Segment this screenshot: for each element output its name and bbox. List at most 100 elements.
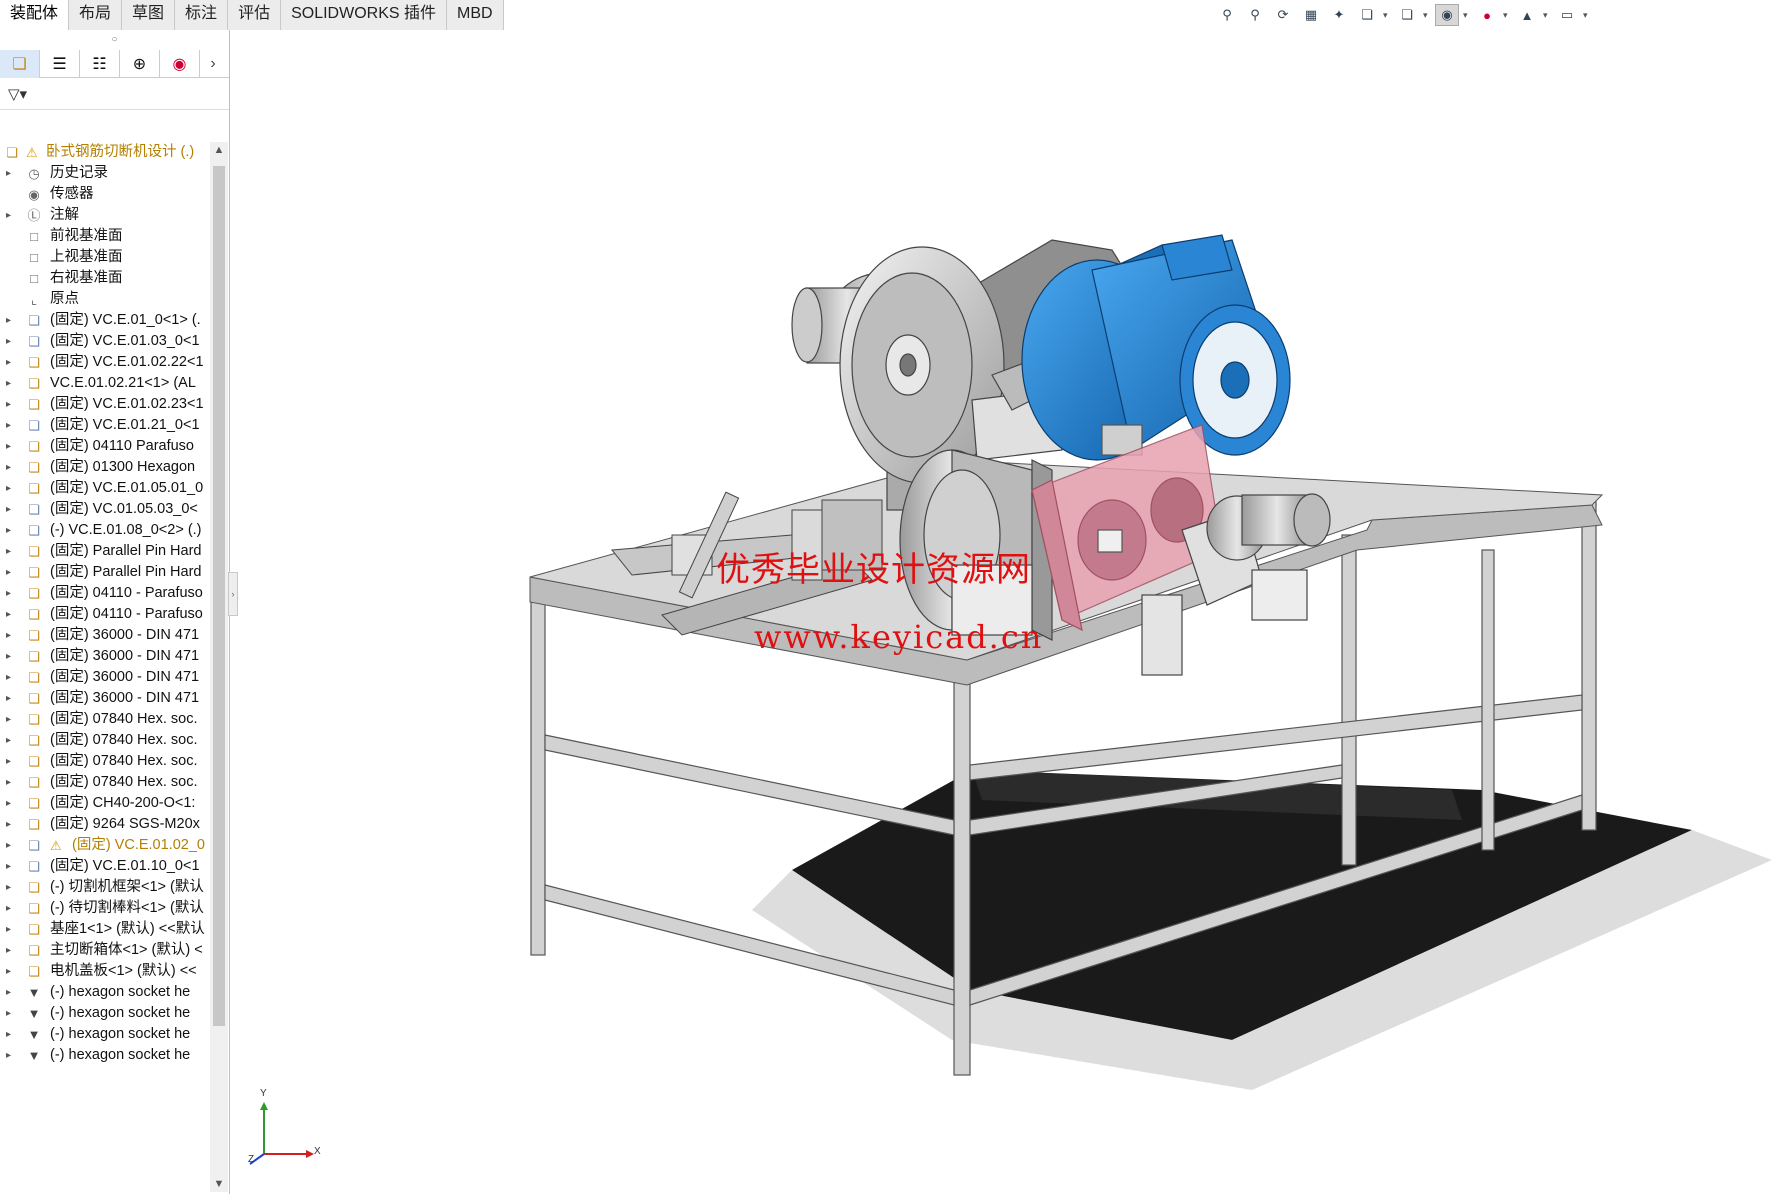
apply-scene-icon[interactable]: ▲ <box>1515 4 1539 26</box>
chevron-down-icon[interactable]: ▾ <box>1543 10 1551 21</box>
expand-arrow-icon[interactable]: ▸ <box>6 331 16 352</box>
expand-arrow-icon[interactable]: ▸ <box>6 1045 16 1066</box>
tree-item[interactable]: ▸ ❏ (固定) 36000 - DIN 471 <box>0 667 210 688</box>
expand-arrow-icon[interactable]: ▸ <box>6 520 16 541</box>
tree-item[interactable]: ◉ 传感器 <box>0 184 210 205</box>
tree-item[interactable]: ⌞ 原点 <box>0 289 210 310</box>
chevron-down-icon[interactable]: ▾ <box>1503 10 1511 21</box>
tree-item[interactable]: ▸ ❏ (固定) CH40-200-O<1: <box>0 793 210 814</box>
tree-item[interactable]: ▸ ▼ (-) hexagon socket he <box>0 1045 210 1066</box>
zoom-to-fit-icon[interactable]: ⚲ <box>1215 4 1239 26</box>
expand-arrow-icon[interactable]: ▸ <box>6 583 16 604</box>
edit-appearance-icon[interactable]: ● <box>1475 4 1499 26</box>
tree-item[interactable]: ▸ ▼ (-) hexagon socket he <box>0 982 210 1003</box>
expand-arrow-icon[interactable]: ▸ <box>6 310 16 331</box>
expand-arrow-icon[interactable]: ▸ <box>6 541 16 562</box>
expand-arrow-icon[interactable]: ▸ <box>6 814 16 835</box>
display-style-icon[interactable]: ❏ <box>1395 4 1419 26</box>
tree-item[interactable]: ▸ ◷ 历史记录 <box>0 163 210 184</box>
tab-0[interactable]: 装配体 <box>0 0 70 30</box>
tree-item[interactable]: ▸ ❏ (固定) 01300 Hexagon <box>0 457 210 478</box>
tree-item[interactable]: ▸ ❏ (-) VC.E.01.08_0<2> (.) <box>0 520 210 541</box>
graphics-area[interactable]: 优秀毕业设计资源网 www.keyicad.cn Y X Z <box>232 30 1780 1194</box>
tree-item[interactable]: ▸ ❏ (固定) VC.01.05.03_0< <box>0 499 210 520</box>
chevron-down-icon[interactable]: ▼ <box>210 1178 228 1190</box>
tree-item[interactable]: ▸ ❏ 电机盖板<1> (默认) << <box>0 961 210 982</box>
tree-item[interactable]: ▸ ❏ (固定) Parallel Pin Hard <box>0 541 210 562</box>
tree-item[interactable]: ▸ ▼ (-) hexagon socket he <box>0 1003 210 1024</box>
expand-arrow-icon[interactable]: ▸ <box>6 793 16 814</box>
tree-item[interactable]: ▸ ❏ (固定) 04110 - Parafuso <box>0 604 210 625</box>
tree-item[interactable]: ▸ ❏ VC.E.01.02.21<1> (AL <box>0 373 210 394</box>
tree-item[interactable]: ▸ ❏ (固定) 04110 Parafuso <box>0 436 210 457</box>
hide-show-icon[interactable]: ◉ <box>1435 4 1459 26</box>
expand-arrow-icon[interactable]: ▸ <box>6 688 16 709</box>
expand-arrow-icon[interactable]: ▸ <box>6 625 16 646</box>
configuration-manager-icon[interactable]: ☷ <box>80 49 120 78</box>
tree-item[interactable]: ▸ ❏ (-) 待切割棒料<1> (默认 <box>0 898 210 919</box>
expand-arrow-icon[interactable]: ▸ <box>6 709 16 730</box>
tree-item[interactable]: ▸ ❏ (固定) 9264 SGS-M20x <box>0 814 210 835</box>
tree-item[interactable]: ▸ ▼ (-) hexagon socket he <box>0 1024 210 1045</box>
tree-item[interactable]: ▸ ❏ (固定) 36000 - DIN 471 <box>0 688 210 709</box>
tree-root[interactable]: ❏ ⚠ 卧式钢筋切断机设计 (.) <box>0 142 210 163</box>
chevron-down-icon[interactable]: ▾ <box>1383 10 1391 21</box>
tab-1[interactable]: 布局 <box>69 0 123 30</box>
tree-item[interactable]: ▸ ❏ 主切断箱体<1> (默认) < <box>0 940 210 961</box>
tree-item[interactable]: ▸ ❏ (固定) VC.E.01.05.01_0 <box>0 478 210 499</box>
tree-item[interactable]: ▸ ❏ (固定) 04110 - Parafuso <box>0 583 210 604</box>
tree-item[interactable]: ▸ ❏ (固定) VC.E.01.02.23<1 <box>0 394 210 415</box>
tree-item[interactable]: ▸ ❏ (固定) 07840 Hex. soc. <box>0 772 210 793</box>
expand-arrow-icon[interactable]: ▸ <box>6 856 16 877</box>
section-view-icon[interactable]: ▦ <box>1299 4 1323 26</box>
expand-arrow-icon[interactable]: ▸ <box>6 982 16 1003</box>
tree-item[interactable]: ▸ ❏ (固定) VC.E.01.03_0<1 <box>0 331 210 352</box>
chevron-up-icon[interactable]: ▲ <box>210 144 228 156</box>
zoom-area-icon[interactable]: ⚲ <box>1243 4 1267 26</box>
chevron-down-icon[interactable]: ▾ <box>1423 10 1431 21</box>
expand-arrow-icon[interactable]: ▸ <box>6 436 16 457</box>
tree-item[interactable]: ▸ ❏ (-) 切割机框架<1> (默认 <box>0 877 210 898</box>
panel-grip[interactable]: ○ <box>0 30 229 50</box>
filter-icon[interactable]: ▽▾ <box>8 85 27 103</box>
expand-arrow-icon[interactable]: ▸ <box>6 373 16 394</box>
expand-arrow-icon[interactable]: ▸ <box>6 940 16 961</box>
expand-arrow-icon[interactable]: ▸ <box>6 877 16 898</box>
expand-arrow-icon[interactable]: ▸ <box>6 205 16 226</box>
tree-item[interactable]: ▸ ❏ (固定) VC.E.01.10_0<1 <box>0 856 210 877</box>
expand-arrow-icon[interactable]: ▸ <box>6 457 16 478</box>
expand-arrow-icon[interactable]: ▸ <box>6 646 16 667</box>
expand-arrow-icon[interactable]: ▸ <box>6 415 16 436</box>
expand-arrow-icon[interactable]: ▸ <box>6 835 16 856</box>
expand-arrow-icon[interactable]: ▸ <box>6 163 16 184</box>
tree-item[interactable]: ▸ Ⓛ 注解 <box>0 205 210 226</box>
tree-item[interactable]: ▸ ❏ (固定) 07840 Hex. soc. <box>0 730 210 751</box>
tree-item[interactable]: ▸ ❏ 基座1<1> (默认) <<默认 <box>0 919 210 940</box>
view-orientation-icon[interactable]: ❏ <box>1355 4 1379 26</box>
chevron-right-icon[interactable]: › <box>200 55 226 73</box>
expand-arrow-icon[interactable]: ▸ <box>6 772 16 793</box>
feature-manager-icon[interactable]: ❏ <box>0 49 40 78</box>
tree-item[interactable]: ▸ ❏ (固定) Parallel Pin Hard <box>0 562 210 583</box>
expand-arrow-icon[interactable]: ▸ <box>6 730 16 751</box>
expand-arrow-icon[interactable]: ▸ <box>6 604 16 625</box>
expand-arrow-icon[interactable]: ▸ <box>6 394 16 415</box>
expand-arrow-icon[interactable]: ▸ <box>6 562 16 583</box>
expand-arrow-icon[interactable]: ▸ <box>6 751 16 772</box>
previous-view-icon[interactable]: ⟳ <box>1271 4 1295 26</box>
tree-item[interactable]: ▸ ❏ (固定) 36000 - DIN 471 <box>0 625 210 646</box>
tree-item[interactable]: ▸ ❏ (固定) VC.E.01.21_0<1 <box>0 415 210 436</box>
tree-item[interactable]: ▸ ❏ (固定) VC.E.01.02.22<1 <box>0 352 210 373</box>
dynamic-annotation-icon[interactable]: ✦ <box>1327 4 1351 26</box>
tree-item[interactable]: ▸ ❏ (固定) 36000 - DIN 471 <box>0 646 210 667</box>
tree-item[interactable]: ▸ ❏ (固定) 07840 Hex. soc. <box>0 709 210 730</box>
expand-arrow-icon[interactable]: ▸ <box>6 1024 16 1045</box>
expand-arrow-icon[interactable]: ▸ <box>6 898 16 919</box>
display-manager-icon[interactable]: ◉ <box>160 49 200 78</box>
dimxpert-icon[interactable]: ⊕ <box>120 49 160 78</box>
property-manager-icon[interactable]: ☰ <box>40 49 80 78</box>
tree-vertical-scrollbar[interactable]: ▲ ▼ <box>210 142 228 1192</box>
expand-arrow-icon[interactable]: ▸ <box>6 352 16 373</box>
expand-arrow-icon[interactable]: ▸ <box>6 667 16 688</box>
tab-2[interactable]: 草图 <box>122 0 176 30</box>
